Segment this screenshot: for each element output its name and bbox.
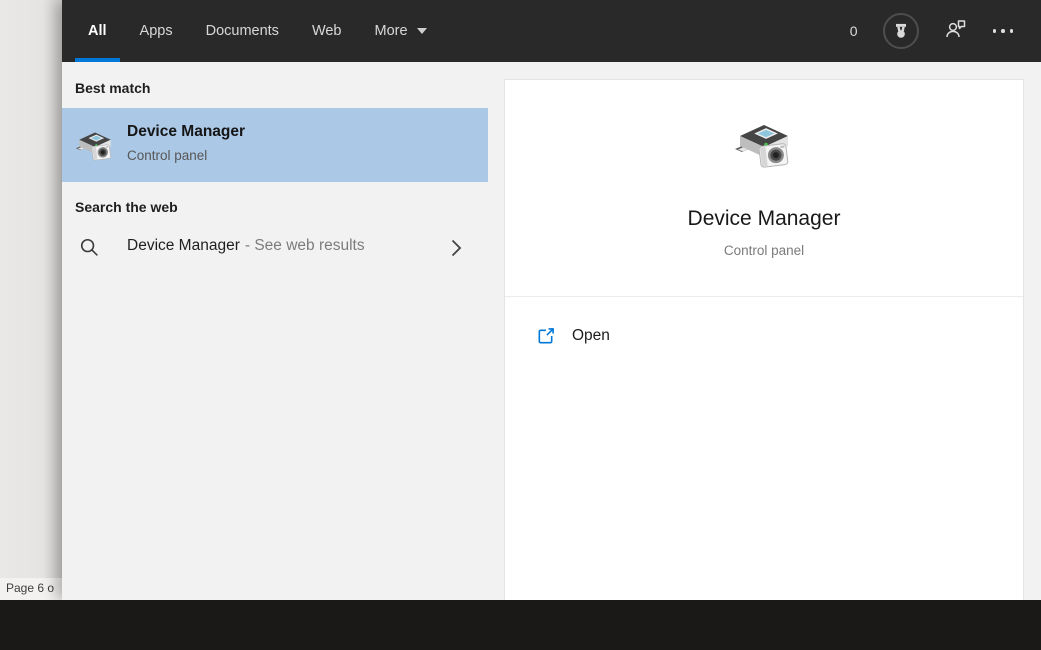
open-external-icon xyxy=(536,327,555,351)
feedback-icon[interactable] xyxy=(944,17,968,46)
web-suggestion-row[interactable]: Device Manager - See web results xyxy=(62,224,488,272)
open-action[interactable]: Open xyxy=(505,314,1023,362)
best-match-header: Best match xyxy=(75,80,150,96)
tab-web[interactable]: Web xyxy=(312,0,342,62)
header-actions: 0 xyxy=(850,0,1013,62)
preview-title: Device Manager xyxy=(505,207,1023,231)
web-suggestion-query: Device Manager xyxy=(127,237,240,254)
device-manager-icon xyxy=(505,112,1023,176)
best-match-title: Device Manager xyxy=(127,123,245,141)
device-manager-icon xyxy=(74,124,116,171)
tab-more[interactable]: More xyxy=(375,0,427,62)
chevron-right-icon[interactable] xyxy=(451,239,462,262)
search-header: All Apps Documents Web More 0 xyxy=(62,0,1041,62)
best-match-result[interactable]: Device Manager Control panel xyxy=(62,108,488,182)
web-suggestion-text: Device Manager - See web results xyxy=(127,237,365,255)
preview-subtitle: Control panel xyxy=(505,243,1023,258)
background-window-edge: Page 6 o xyxy=(0,0,62,600)
results-panel: Best match xyxy=(62,62,488,600)
search-tabs: All Apps Documents Web More xyxy=(88,0,427,62)
background-statusbar: Page 6 o xyxy=(0,578,62,600)
tab-apps[interactable]: Apps xyxy=(140,0,173,62)
tab-documents[interactable]: Documents xyxy=(206,0,279,62)
taskbar: Device Manager xyxy=(0,600,1041,650)
search-web-header: Search the web xyxy=(75,199,178,215)
chevron-down-icon xyxy=(417,28,427,34)
search-flyout: All Apps Documents Web More 0 xyxy=(62,0,1041,600)
background-status-text: Page 6 o xyxy=(6,581,60,595)
web-suggestion-hint: - See web results xyxy=(245,237,365,254)
screen: Page 6 o All Apps Documents Web More 0 xyxy=(0,0,1041,650)
best-match-subtitle: Control panel xyxy=(127,148,207,163)
rewards-count: 0 xyxy=(850,23,858,39)
more-options-icon[interactable] xyxy=(993,29,1014,33)
divider xyxy=(505,296,1023,297)
search-icon xyxy=(79,237,100,263)
open-label: Open xyxy=(572,327,610,345)
tab-all[interactable]: All xyxy=(88,0,107,62)
rewards-medal-icon[interactable] xyxy=(883,13,919,49)
preview-card: Device Manager Control panel Open xyxy=(504,79,1024,600)
